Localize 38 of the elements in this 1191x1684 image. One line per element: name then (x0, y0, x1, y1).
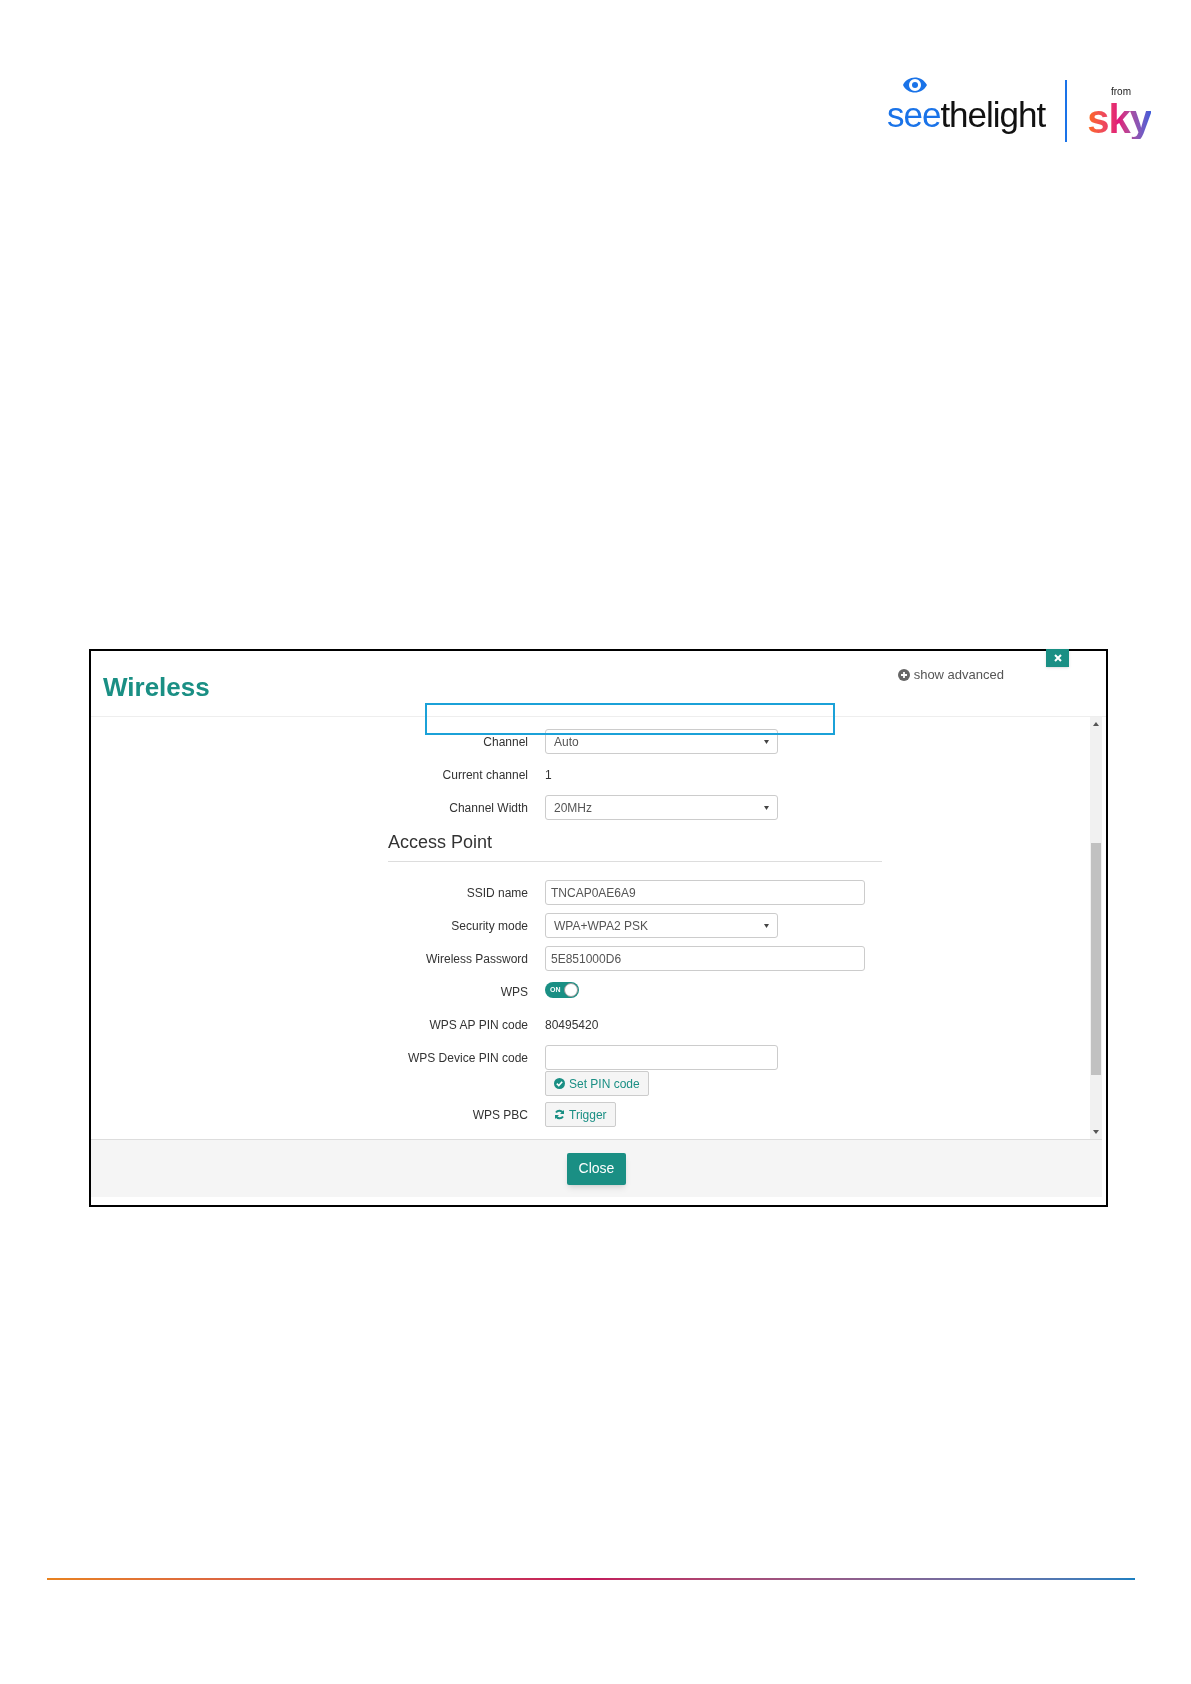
select-field[interactable]: 20MHz (545, 795, 778, 820)
close-icon (1053, 654, 1062, 662)
field-label: WPS PBC (472, 1106, 528, 1124)
dropdown-caret-icon (764, 805, 769, 810)
field-value: 80495420 (545, 1016, 599, 1034)
dropdown-caret-icon (764, 739, 769, 744)
field-label: Channel Width (449, 799, 528, 817)
section-heading: Access Point (388, 831, 493, 854)
field-label: WPS Device PIN code (407, 1049, 528, 1067)
field-label: Wireless Password (425, 950, 528, 968)
brand-logo: seethelight (886, 95, 1046, 135)
field-label: WPS AP PIN code (429, 1016, 528, 1034)
field-label: WPS (500, 983, 528, 1001)
action-button[interactable]: Trigger (545, 1102, 616, 1127)
field-label: Channel (483, 733, 528, 751)
refresh-icon (554, 1109, 565, 1120)
close-button[interactable] (1046, 649, 1069, 667)
scrollbar[interactable] (1090, 717, 1102, 1139)
input-field[interactable]: TNCAP0AE6A9 (545, 880, 865, 905)
dropdown-caret-icon (764, 923, 769, 928)
from-label: from (1111, 84, 1131, 99)
check-circle-icon (554, 1078, 565, 1089)
input-field[interactable] (545, 1045, 778, 1070)
field-label: Security mode (451, 917, 528, 935)
select-field[interactable]: WPA+WPA2 PSK (545, 913, 778, 938)
select-field[interactable]: Auto (545, 729, 778, 754)
scroll-down-arrow-icon[interactable] (1093, 1130, 1099, 1134)
field-label: SSID name (466, 884, 528, 902)
show-advanced-link[interactable]: show advanced (897, 665, 1004, 685)
close-dialog-button[interactable]: Close (566, 1152, 627, 1185)
plus-icon (897, 668, 910, 681)
input-field[interactable]: 5E851000D6 (545, 946, 865, 971)
action-button[interactable]: Set PIN code (545, 1071, 649, 1096)
field-value: 1 (545, 766, 552, 784)
scroll-up-arrow-icon[interactable] (1093, 722, 1099, 726)
dialog-title: Wireless (103, 671, 210, 704)
field-label: Current channel (442, 766, 528, 784)
scrollbar-thumb[interactable] (1091, 843, 1101, 1075)
